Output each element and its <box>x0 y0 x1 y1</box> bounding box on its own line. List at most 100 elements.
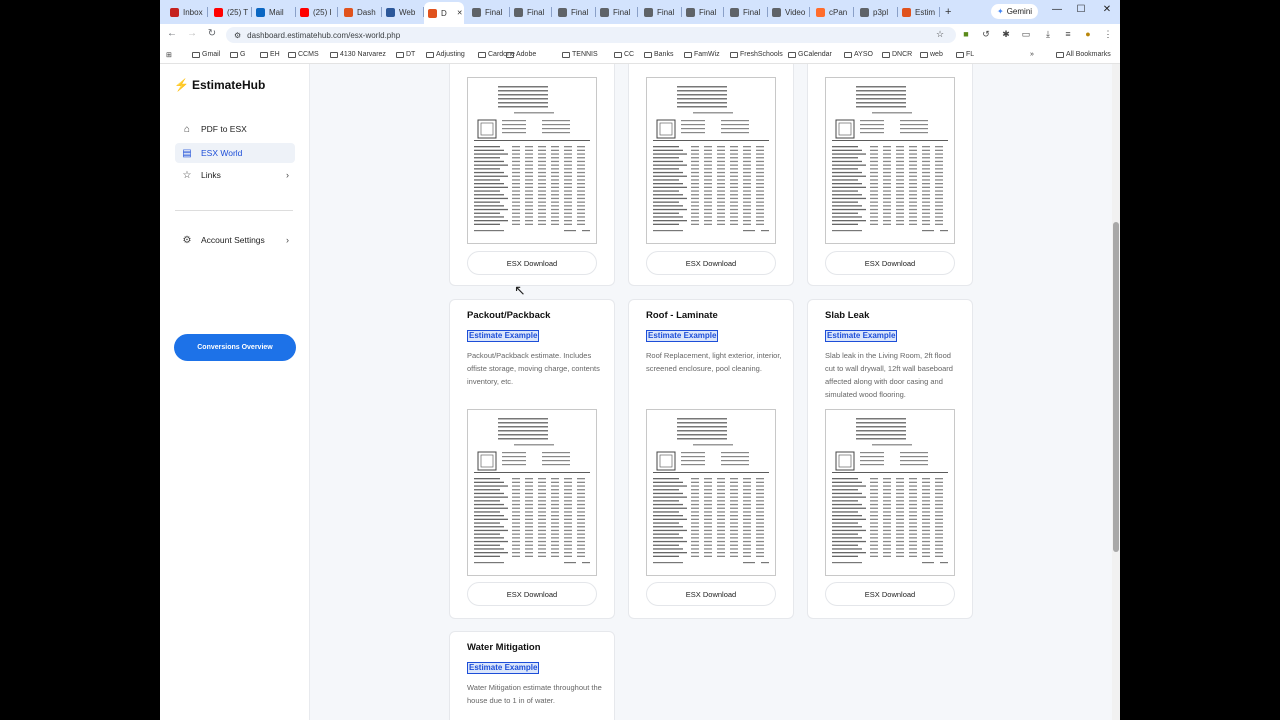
maximize-icon[interactable]: ☐ <box>1074 4 1088 15</box>
bookmark-item[interactable]: FreshSchools <box>730 51 783 58</box>
bookmark-item[interactable]: DT <box>396 51 415 58</box>
estimate-example-badge[interactable]: Estimate Example <box>467 662 540 674</box>
browser-tab[interactable]: (25) T <box>210 3 252 21</box>
bookmark-item[interactable]: G <box>230 51 245 58</box>
sidebar-item-esx-world[interactable]: ▤ ESX World <box>175 143 295 163</box>
browser-tab[interactable]: Final <box>682 3 724 21</box>
browser-tab[interactable]: (25) I <box>296 3 338 21</box>
esx-download-button[interactable]: ESX Download <box>825 251 955 275</box>
sidebar-item-account-settings[interactable]: ⚙ Account Settings › <box>175 230 295 250</box>
address-bar[interactable]: ⚙ dashboard.estimatehub.com/esx-world.ph… <box>226 27 956 43</box>
estimate-card: ESX Download <box>628 64 794 286</box>
all-bookmarks[interactable]: All Bookmarks <box>1056 51 1111 58</box>
estimate-preview-thumbnail[interactable] <box>467 409 597 576</box>
bookmark-star-icon[interactable]: ☆ <box>934 29 946 40</box>
new-tab-button[interactable]: + <box>941 3 951 21</box>
estimate-example-badge[interactable]: Estimate Example <box>467 330 540 342</box>
scrollbar[interactable] <box>1112 64 1120 720</box>
avatar[interactable]: ● <box>1082 29 1094 39</box>
bookmark-item[interactable]: GCalendar <box>788 51 832 58</box>
estimate-preview-thumbnail[interactable] <box>825 77 955 244</box>
esx-download-button[interactable]: ESX Download <box>467 251 597 275</box>
browser-tab[interactable]: Web <box>382 3 424 21</box>
bookmark-item[interactable]: Gmail <box>192 51 220 58</box>
tab-label: (25) I <box>313 7 332 17</box>
document-icon: ▤ <box>182 147 192 159</box>
estimate-preview-thumbnail[interactable] <box>646 77 776 244</box>
brand-logo[interactable]: ⚡ EstimateHub <box>174 78 265 92</box>
tab-label: Final <box>613 7 631 17</box>
reader-icon[interactable]: ↺ <box>980 29 992 40</box>
bookmark-item[interactable]: CCMS <box>288 51 319 58</box>
menu-icon[interactable]: ⋮ <box>1102 29 1114 40</box>
extensions-puzzle-icon[interactable]: ✱ <box>1000 29 1012 40</box>
esx-download-button[interactable]: ESX Download <box>467 582 597 606</box>
estimate-preview-thumbnail[interactable] <box>467 77 597 244</box>
document-preview-graphic <box>474 418 590 564</box>
browser-tab[interactable]: Final <box>640 3 682 21</box>
browser-tab[interactable]: Video <box>768 3 810 21</box>
gear-icon: ⚙ <box>182 234 192 246</box>
browser-tab[interactable]: Dash <box>340 3 382 21</box>
browser-tab[interactable]: Inbox <box>166 3 208 21</box>
browser-tab[interactable]: Final <box>554 3 596 21</box>
folder-icon <box>478 51 486 58</box>
tab-separator <box>337 7 338 17</box>
extension-icon[interactable]: ■ <box>960 29 972 39</box>
reload-icon[interactable]: ↻ <box>206 28 218 39</box>
card-description: Packout/Packback estimate. Includes offi… <box>467 351 600 386</box>
bookmark-item[interactable]: EH <box>260 51 280 58</box>
browser-tab[interactable]: Final <box>596 3 638 21</box>
close-tab-icon[interactable]: ✕ <box>457 9 463 17</box>
tab-favicon-icon <box>558 7 567 17</box>
conversions-overview-button[interactable]: Conversions Overview <box>174 334 296 361</box>
browser-tab[interactable]: cPan <box>812 3 854 21</box>
url-text: dashboard.estimatehub.com/esx-world.php <box>247 30 401 40</box>
bookmark-item[interactable]: FL <box>956 51 974 58</box>
estimate-preview-thumbnail[interactable] <box>825 409 955 576</box>
sidebar-item-pdf-to-esx[interactable]: ⌂ PDF to ESX <box>175 119 295 139</box>
chevron-right-icon[interactable]: » <box>1030 51 1034 58</box>
site-info-icon[interactable]: ⚙ <box>234 31 241 40</box>
tab-favicon-icon <box>256 7 265 17</box>
estimate-preview-thumbnail[interactable] <box>646 409 776 576</box>
bookmark-item[interactable]: Banks <box>644 51 673 58</box>
bookmark-item[interactable]: DNCR <box>882 51 912 58</box>
esx-download-button[interactable]: ESX Download <box>646 251 776 275</box>
sidepanel-icon[interactable]: ▭ <box>1020 29 1032 40</box>
bookmark-item[interactable]: web <box>920 51 943 58</box>
document-preview-graphic <box>832 86 948 232</box>
estimate-example-badge[interactable]: Estimate Example <box>646 330 719 342</box>
browser-tab[interactable]: Final <box>726 3 768 21</box>
estimate-example-badge[interactable]: Estimate Example <box>825 330 898 342</box>
media-icon[interactable]: ≡ <box>1062 29 1074 39</box>
bookmark-item[interactable]: TENNIS <box>562 51 598 58</box>
browser-tab[interactable]: p3pl <box>856 3 898 21</box>
tab-favicon-icon <box>730 7 739 17</box>
scrollbar-thumb[interactable] <box>1113 222 1119 552</box>
download-icon[interactable]: ⤓ <box>1042 29 1054 40</box>
browser-tab[interactable]: Mail <box>252 3 296 21</box>
bookmark-item[interactable]: Adjusting <box>426 51 465 58</box>
bookmark-item[interactable]: FamWiz <box>684 51 720 58</box>
gemini-button[interactable]: ✦ Gemini <box>991 4 1039 19</box>
browser-tab[interactable]: Final <box>510 3 552 21</box>
sidebar-item-links[interactable]: ☆ Links › <box>175 165 295 185</box>
browser-tab[interactable]: D ✕ <box>424 2 464 24</box>
bookmark-item[interactable]: 4130 Narvarez <box>330 51 386 58</box>
star-icon: ☆ <box>182 169 192 181</box>
esx-download-button[interactable]: ESX Download <box>646 582 776 606</box>
tab-separator <box>853 7 854 17</box>
bookmark-item[interactable]: Adobe <box>506 51 536 58</box>
forward-icon[interactable]: → <box>186 28 198 39</box>
browser-tab[interactable]: Estim <box>898 3 940 21</box>
back-icon[interactable]: ← <box>166 28 178 39</box>
bookmark-item[interactable]: CC <box>614 51 634 58</box>
chevron-right-icon: › <box>286 235 289 245</box>
browser-tab[interactable]: Final <box>468 3 510 21</box>
apps-icon[interactable]: ⊞ <box>166 51 172 59</box>
close-window-icon[interactable]: ✕ <box>1100 4 1114 15</box>
minimize-icon[interactable]: — <box>1050 4 1064 15</box>
esx-download-button[interactable]: ESX Download <box>825 582 955 606</box>
bookmark-item[interactable]: AYSO <box>844 51 873 58</box>
